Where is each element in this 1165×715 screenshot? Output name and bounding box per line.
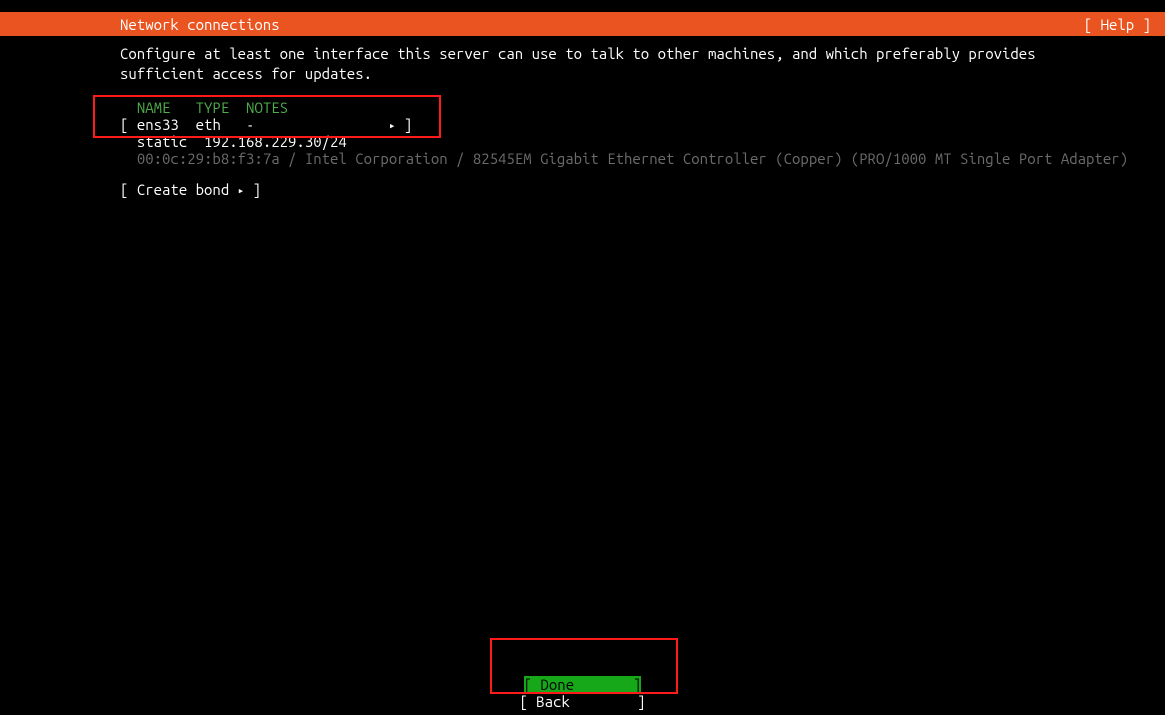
interface-name: ens33: [137, 116, 179, 133]
close-bracket: ]: [404, 116, 412, 133]
chevron-right-icon: ▸: [389, 121, 396, 132]
interface-method: static: [137, 133, 187, 150]
interface-address: 192.168.229.30/24: [204, 133, 347, 150]
interface-notes-dash: -: [246, 116, 254, 133]
help-button[interactable]: [ Help ]: [1084, 16, 1151, 33]
footer-buttons: [ Done ] [ Back ]: [0, 676, 1165, 710]
main-content: Configure at least one interface this se…: [120, 44, 1045, 198]
done-hotkey-letter: D: [540, 676, 548, 693]
col-name: NAME: [137, 99, 171, 116]
back-button[interactable]: [ Back ]: [519, 693, 645, 710]
interface-address-row: static 192.168.229.30/24: [120, 133, 1045, 150]
create-bond-label: Create bond: [137, 181, 229, 198]
create-bond-button[interactable]: [ Create bond ▸ ]: [120, 181, 1045, 198]
col-notes: NOTES: [246, 99, 288, 116]
interface-row-ens33[interactable]: [ ens33 eth - ▸ ]: [120, 116, 1045, 133]
col-type: TYPE: [196, 99, 230, 116]
open-bracket: [: [120, 116, 128, 133]
interface-hwinfo: 00:0c:29:b8:f3:7a / Intel Corporation / …: [120, 150, 1045, 167]
interface-type: eth: [196, 116, 221, 133]
done-button[interactable]: [ Done ]: [524, 676, 642, 693]
instruction-text: Configure at least one interface this se…: [120, 44, 1045, 85]
interface-list: NAME TYPE NOTES [ ens33 eth - ▸ ] static…: [120, 99, 1045, 167]
title-bar: Network connections [ Help ]: [0, 12, 1165, 36]
column-headers: NAME TYPE NOTES: [120, 99, 1045, 116]
chevron-right-icon: ▸: [238, 186, 245, 197]
page-title: Network connections: [120, 16, 1084, 33]
